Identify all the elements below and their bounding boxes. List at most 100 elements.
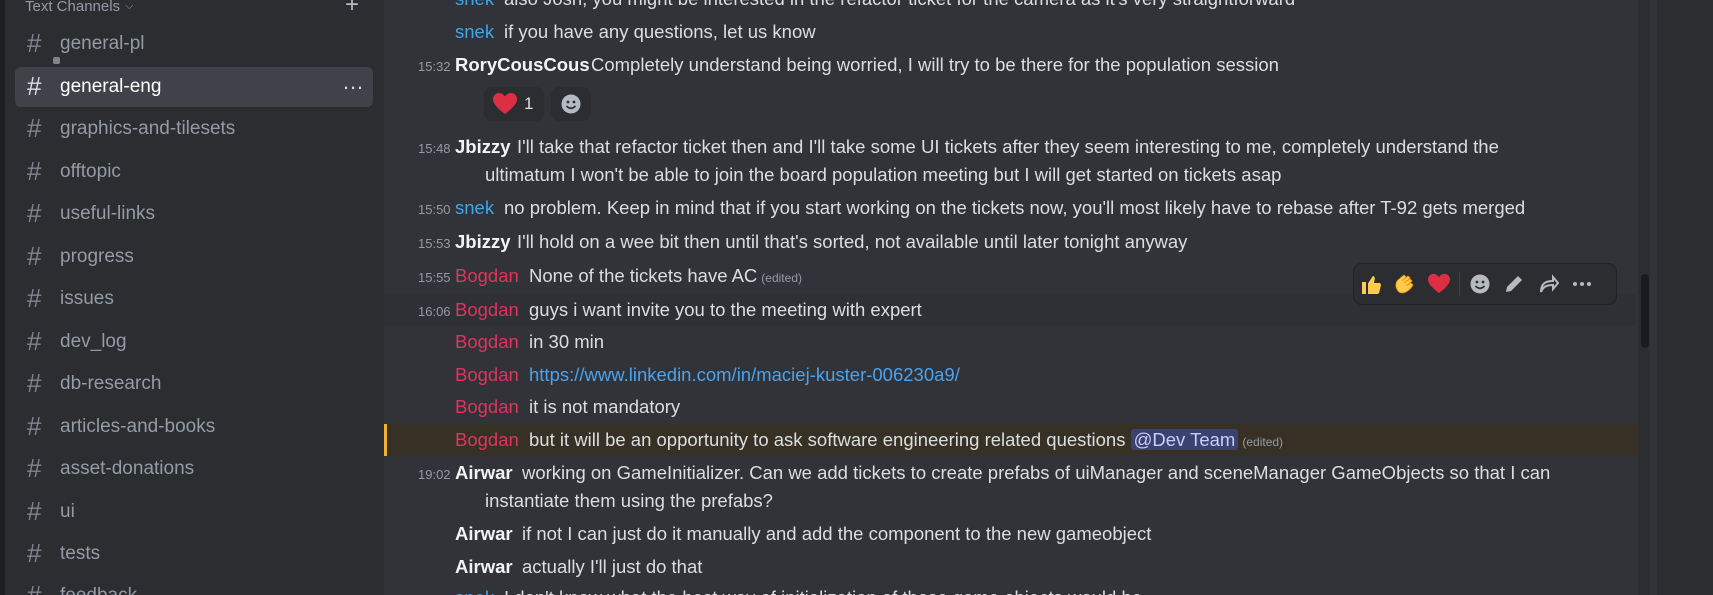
channel-name: issues (60, 288, 114, 309)
edited-tag: (edited) (1242, 435, 1284, 449)
category-header[interactable]: Text Channels ⌵ + (25, 0, 359, 18)
hash-icon: # (27, 538, 42, 568)
sidebar-channel-general-eng[interactable]: # general-eng … (15, 67, 373, 107)
reaction-heart[interactable]: 1 (484, 87, 544, 121)
add-reaction-button[interactable] (551, 87, 591, 121)
message-author[interactable]: Airwar (455, 462, 513, 484)
sidebar-channel-ui[interactable]: # ui (15, 492, 373, 532)
message-author[interactable]: Jbizzy (455, 231, 511, 253)
message-row[interactable]: Bogdan https://www.linkedin.com/in/macie… (384, 364, 1636, 388)
message-author[interactable]: snek (455, 21, 494, 43)
channel-name: general-pl (60, 33, 145, 54)
sidebar-channel-general-pl[interactable]: # general-pl (15, 24, 373, 64)
hash-icon: # (27, 496, 42, 526)
message-row[interactable]: 15:32 RoryCousCous Completely understand… (384, 54, 1636, 78)
message-text: actually I'll just do that (522, 556, 703, 577)
chat-area: snek also Josh, you might be interested … (384, 0, 1657, 595)
message-row[interactable]: Airwar actually I'll just do that (384, 556, 1636, 580)
message-row[interactable]: snek I don't know what the best way of i… (384, 587, 1636, 595)
quick-reaction-heart[interactable] (1422, 264, 1456, 304)
channel-name: useful-links (60, 203, 156, 224)
message-timestamp: 15:32 (418, 59, 451, 74)
message-author[interactable]: Airwar (455, 523, 513, 545)
channel-name: progress (60, 246, 134, 267)
channel-name: tests (60, 543, 101, 564)
message-author[interactable]: Bogdan (455, 265, 519, 287)
sidebar-channel-articles-and-books[interactable]: # articles-and-books (15, 407, 373, 447)
message-link[interactable]: https://www.linkedin.com/in/maciej-kuste… (529, 364, 960, 386)
sidebar-channel-issues[interactable]: # issues (15, 279, 373, 319)
message-author[interactable]: RoryCousCous (455, 54, 590, 76)
sidebar-channel-offtopic[interactable]: # offtopic (15, 152, 373, 192)
message-text: but it will be an opportunity to ask sof… (529, 429, 1283, 451)
message-body: but it will be an opportunity to ask sof… (529, 429, 1126, 450)
channel-name: db-research (60, 373, 162, 394)
sidebar-channel-tests[interactable]: # tests (15, 534, 373, 574)
add-reaction-button[interactable] (1463, 264, 1497, 304)
message-row[interactable]: 15:50 snek no problem. Keep in mind that… (384, 197, 1636, 221)
clapping-hands-icon (1395, 274, 1414, 294)
message-body: None of the tickets have AC (529, 265, 758, 286)
sidebar-channel-graphics-and-tilesets[interactable]: # graphics-and-tilesets (15, 109, 373, 149)
message-row[interactable]: Bogdan but it will be an opportunity to … (384, 429, 1636, 453)
hash-icon: # (27, 283, 42, 313)
hash-icon: # (27, 113, 42, 143)
message-author[interactable]: Jbizzy (455, 136, 511, 158)
message-row[interactable]: Bogdan it is not mandatory (384, 396, 1636, 420)
message-author[interactable]: snek (455, 0, 494, 10)
edit-message-button[interactable] (1497, 264, 1531, 304)
message-timestamp: 19:02 (418, 467, 451, 482)
channel-name: articles-and-books (60, 416, 216, 437)
quick-reaction-thumbs-up[interactable] (1354, 264, 1388, 304)
message-timestamp: 15:55 (418, 270, 451, 285)
message-text: guys i want invite you to the meeting wi… (529, 299, 922, 320)
sidebar-channel-feedback[interactable]: # feedback (15, 576, 373, 595)
category-label: Text Channels (25, 0, 121, 15)
message-row[interactable]: snek if you have any questions, let us k… (384, 21, 1636, 45)
more-options-button[interactable] (1565, 264, 1599, 304)
message-author[interactable]: Bogdan (455, 299, 519, 321)
sidebar-channel-useful-links[interactable]: # useful-links (15, 194, 373, 234)
message-text: if not I can just do it manually and add… (522, 523, 1152, 544)
hash-icon: # (27, 453, 42, 483)
channel-name: general-eng (60, 76, 162, 97)
sidebar-edge (0, 0, 5, 595)
message-text: no problem. Keep in mind that if you sta… (504, 197, 1526, 218)
message-author[interactable]: Bogdan (455, 429, 519, 451)
sidebar-channel-asset-donations[interactable]: # asset-donations (15, 449, 373, 489)
quick-reaction-clap[interactable] (1388, 264, 1422, 304)
message-row[interactable]: Bogdan in 30 min (384, 331, 1636, 355)
message-author[interactable]: snek (455, 587, 494, 595)
message-author[interactable]: Bogdan (455, 364, 519, 386)
message-author[interactable]: Bogdan (455, 396, 519, 418)
role-mention[interactable]: @Dev Team (1130, 429, 1239, 450)
message-text: it is not mandatory (529, 396, 681, 417)
sidebar-channel-progress[interactable]: # progress (15, 237, 373, 277)
message-row[interactable]: 19:02 Airwar working on GameInitializer.… (384, 462, 1636, 514)
add-channel-icon[interactable]: + (345, 0, 359, 19)
smiley-add-icon (561, 94, 581, 114)
message-text: also Josh, you might be interested in th… (504, 0, 1295, 10)
sidebar-channel-db-research[interactable]: # db-research (15, 364, 373, 404)
more-options-icon[interactable]: … (342, 69, 365, 95)
sidebar-channel-dev-log[interactable]: # dev_log (15, 322, 373, 362)
message-author[interactable]: Bogdan (455, 331, 519, 353)
message-row[interactable]: snek also Josh, you might be interested … (384, 0, 1636, 12)
message-timestamp: 15:48 (418, 141, 451, 156)
message-row[interactable]: 15:53 Jbizzy I'll hold on a wee bit then… (384, 231, 1636, 255)
message-text: I don't know what the best way of initia… (504, 587, 1142, 595)
message-row[interactable]: Airwar if not I can just do it manually … (384, 523, 1636, 547)
heart-icon (1428, 273, 1450, 294)
message-timestamp: 15:53 (418, 236, 451, 251)
message-text-continued: instantiate them using the prefabs? (485, 490, 773, 511)
message-author[interactable]: Airwar (455, 556, 513, 578)
heart-icon (493, 93, 517, 114)
message-timestamp: 15:50 (418, 202, 451, 217)
message-row[interactable]: 15:48 Jbizzy I'll take that refactor tic… (384, 136, 1636, 188)
message-author[interactable]: snek (455, 197, 494, 219)
forward-message-button[interactable] (1531, 264, 1565, 304)
smiley-add-icon (1470, 274, 1490, 294)
hash-icon: # (27, 198, 42, 228)
channel-name: ui (60, 501, 75, 522)
scrollbar-thumb[interactable] (1641, 274, 1649, 348)
